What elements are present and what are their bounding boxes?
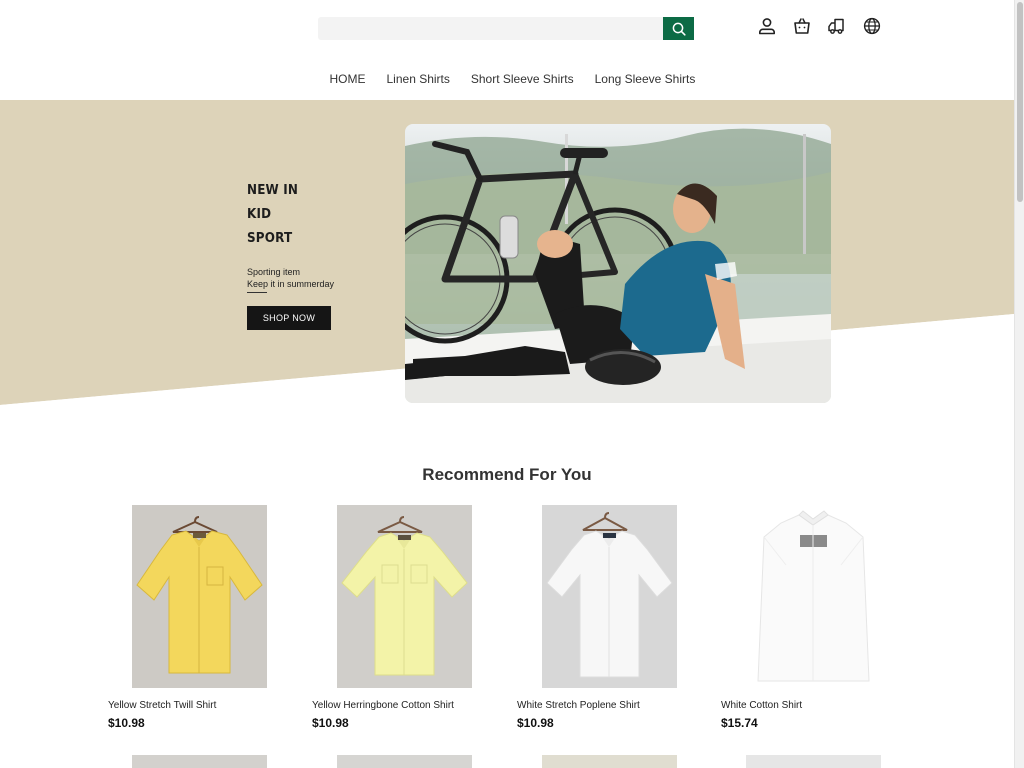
shopping-bag-icon[interactable] bbox=[791, 15, 813, 37]
hero-subtitle: Sporting item Keep it in summerday bbox=[247, 266, 334, 290]
hero-heading-line: KID bbox=[247, 207, 272, 222]
product-image-shirt[interactable] bbox=[746, 505, 881, 688]
product-card[interactable]: Yellow Stretch Twill Shirt $10.98 bbox=[108, 505, 288, 730]
recommend-title: Recommend For You bbox=[422, 465, 592, 484]
hero-subtitle-line: Sporting item bbox=[247, 267, 301, 277]
nav-home[interactable]: HOME bbox=[319, 72, 376, 86]
hero-divider bbox=[247, 292, 267, 293]
search-icon bbox=[672, 22, 686, 36]
page-scrollbar[interactable] bbox=[1014, 0, 1024, 768]
product-card[interactable]: White Stretch Poplene Shirt $10.98 bbox=[517, 505, 697, 730]
product-image-partial[interactable] bbox=[132, 755, 267, 768]
nav-short-sleeve-shirts[interactable]: Short Sleeve Shirts bbox=[460, 72, 584, 86]
product-image-partial[interactable] bbox=[337, 755, 472, 768]
hero-heading-line: SPORT bbox=[247, 231, 293, 246]
product-image-shirt[interactable] bbox=[542, 505, 677, 688]
product-name[interactable]: Yellow Stretch Twill Shirt bbox=[108, 700, 288, 711]
product-image-shirt[interactable] bbox=[132, 505, 267, 688]
product-price: $10.98 bbox=[517, 716, 554, 730]
nav-long-sleeve-shirts[interactable]: Long Sleeve Shirts bbox=[584, 72, 706, 86]
shipping-truck-icon[interactable] bbox=[826, 15, 848, 37]
product-name[interactable]: White Stretch Poplene Shirt bbox=[517, 700, 697, 711]
site-header: HOME Linen Shirts Short Sleeve Shirts Lo… bbox=[0, 0, 1014, 100]
product-price: $10.98 bbox=[108, 716, 145, 730]
product-card[interactable]: White Cotton Shirt $15.74 bbox=[721, 505, 901, 730]
search-input[interactable] bbox=[318, 17, 663, 40]
hero-text: NEW IN KID SPORT Sporting item Keep it i… bbox=[247, 179, 334, 330]
header-icons bbox=[756, 15, 883, 37]
hero-heading-line: NEW IN bbox=[247, 183, 299, 198]
hero-banner: NEW IN KID SPORT Sporting item Keep it i… bbox=[0, 100, 1014, 410]
product-image-partial[interactable] bbox=[542, 755, 677, 768]
user-icon[interactable] bbox=[756, 15, 778, 37]
nav-linen-shirts[interactable]: Linen Shirts bbox=[376, 72, 460, 86]
product-card[interactable]: Yellow Herringbone Cotton Shirt $10.98 bbox=[312, 505, 492, 730]
scrollbar-thumb[interactable] bbox=[1017, 2, 1023, 202]
search-button[interactable] bbox=[663, 17, 694, 40]
hero-image-cyclist[interactable] bbox=[405, 124, 831, 403]
product-image-shirt[interactable] bbox=[337, 505, 472, 688]
shop-now-button[interactable]: SHOP NOW bbox=[247, 306, 331, 330]
product-name[interactable]: Yellow Herringbone Cotton Shirt bbox=[312, 700, 492, 711]
product-image-partial[interactable] bbox=[746, 755, 881, 768]
product-price: $15.74 bbox=[721, 716, 758, 730]
hero-subtitle-line: Keep it in summerday bbox=[247, 279, 335, 289]
product-price: $10.98 bbox=[312, 716, 349, 730]
globe-icon[interactable] bbox=[861, 15, 883, 37]
search-bar bbox=[318, 17, 694, 40]
product-name[interactable]: White Cotton Shirt bbox=[721, 700, 901, 711]
